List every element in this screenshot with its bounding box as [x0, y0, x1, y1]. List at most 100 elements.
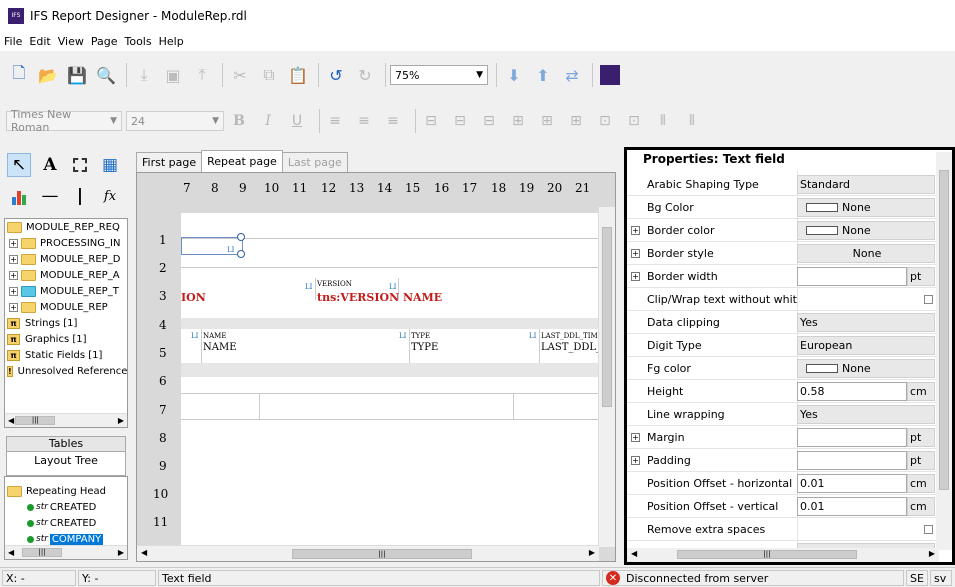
unit-select[interactable]: pt	[907, 266, 935, 286]
color-picker[interactable]: None	[797, 220, 935, 240]
property-value-cell[interactable]: Yes	[797, 312, 937, 333]
property-value-cell[interactable]: None	[797, 358, 937, 379]
scroll-thumb[interactable]	[939, 170, 949, 490]
align-objects-right-icon[interactable]: ⊟	[478, 110, 500, 132]
tree-node[interactable]: + MODULE_REP_T	[5, 283, 127, 299]
property-value-cell[interactable]: 0.58 cm	[797, 381, 937, 402]
redo-icon[interactable]: ↻	[352, 62, 378, 88]
expand-icon[interactable]: +	[9, 286, 18, 296]
type-column-label[interactable]: TYPE	[411, 332, 430, 340]
tree-node[interactable]: + MODULE_REP_A	[5, 267, 127, 283]
tree-node[interactable]: ! Unresolved References	[5, 363, 127, 379]
color-picker[interactable]: None	[797, 197, 935, 217]
unit-select[interactable]: cm	[907, 381, 935, 401]
property-row[interactable]: Position Offset - horizontal 0.01 cm	[627, 472, 939, 495]
align-right-icon[interactable]: ≡	[382, 110, 404, 132]
align-center-icon[interactable]: ≡	[353, 110, 375, 132]
expand-icon[interactable]: +	[9, 270, 18, 280]
scroll-thumb[interactable]: |||	[292, 549, 472, 559]
menu-tools[interactable]: Tools	[124, 35, 151, 48]
property-row[interactable]: + Padding pt	[627, 449, 939, 472]
property-row[interactable]: Clip/Wrap text without white ...	[627, 288, 939, 311]
ion-text[interactable]: ION	[181, 291, 206, 304]
expand-icon[interactable]: +	[631, 432, 640, 442]
paste-icon[interactable]: 📋	[285, 62, 311, 88]
line-tool-icon[interactable]: —	[38, 184, 62, 208]
preview-icon[interactable]: 🔍	[93, 62, 119, 88]
tab-layout-tree[interactable]: Layout Tree	[6, 452, 126, 476]
scroll-left-icon[interactable]: ◀	[631, 549, 637, 558]
expand-icon[interactable]: +	[9, 254, 18, 264]
layout-tree-horizontal-scrollbar[interactable]: ◀ ||| ▶	[5, 545, 127, 559]
property-row[interactable]: + Border color None	[627, 219, 939, 242]
menu-view[interactable]: View	[58, 35, 84, 48]
resize-handle[interactable]	[237, 250, 245, 258]
copy-icon[interactable]: ⧉	[256, 62, 282, 88]
property-input[interactable]	[797, 266, 907, 286]
property-row[interactable]: + Border style None	[627, 242, 939, 265]
save-icon[interactable]: 💾	[64, 62, 90, 88]
tree-node[interactable]: + MODULE_REP	[5, 299, 127, 315]
property-value-cell[interactable]: pt	[797, 427, 937, 448]
property-value-cell[interactable]: Standard	[797, 174, 937, 195]
distribute-horizontal-icon[interactable]: ⫴	[652, 110, 674, 132]
menu-help[interactable]: Help	[159, 35, 184, 48]
scroll-thumb[interactable]: |||	[22, 548, 63, 557]
property-row[interactable]: Line wrapping Yes	[627, 403, 939, 426]
field-marker[interactable]: LI	[227, 246, 234, 254]
undo-icon[interactable]: ↺	[323, 62, 349, 88]
property-row[interactable]: Data clipping Yes	[627, 311, 939, 334]
import-icon[interactable]: ⤓	[131, 62, 157, 88]
menu-page[interactable]: Page	[91, 35, 118, 48]
expand-icon[interactable]: +	[631, 248, 640, 258]
expand-icon[interactable]: +	[631, 225, 640, 235]
name-text[interactable]: NAME	[403, 291, 442, 304]
scroll-right-icon[interactable]: ▶	[929, 549, 935, 558]
color-picker[interactable]: None	[797, 358, 935, 378]
scroll-thumb[interactable]: |||	[677, 550, 857, 559]
tab-last-page[interactable]: Last page	[281, 152, 348, 172]
move-down-icon[interactable]: ⬇	[501, 62, 527, 88]
rectangle-tool-icon[interactable]	[68, 153, 92, 177]
align-objects-middle-icon[interactable]: ⊞	[536, 110, 558, 132]
scroll-right-icon[interactable]: ▶	[118, 416, 124, 425]
tree-node[interactable]: str CREATED	[5, 515, 127, 531]
tab-first-page[interactable]: First page	[136, 152, 203, 172]
italic-button[interactable]: I	[257, 110, 279, 132]
properties-vertical-scrollbar[interactable]	[936, 152, 952, 550]
open-folder-icon[interactable]: 📂	[35, 62, 61, 88]
last-ddl-column-label[interactable]: LAST_DDL_TIM	[541, 332, 598, 340]
scroll-left-icon[interactable]: ◀	[141, 548, 147, 557]
property-checkbox[interactable]	[924, 294, 933, 304]
tree-node[interactable]: + MODULE_REP_D	[5, 251, 127, 267]
cut-icon[interactable]: ✂	[227, 62, 253, 88]
text-tool-icon[interactable]: A	[38, 153, 62, 177]
property-select[interactable]: Yes	[797, 312, 935, 332]
property-row[interactable]: Fg color None	[627, 357, 939, 380]
expand-icon[interactable]: +	[9, 302, 18, 312]
scroll-right-icon[interactable]: ▶	[118, 548, 124, 557]
unit-select[interactable]: pt	[907, 427, 935, 447]
property-input[interactable]	[797, 450, 907, 470]
scroll-left-icon[interactable]: ◀	[8, 548, 14, 557]
properties-horizontal-scrollbar[interactable]: ◀ ||| ▶	[627, 548, 939, 562]
property-row[interactable]: Height 0.58 cm	[627, 380, 939, 403]
property-input[interactable]: 0.58	[797, 381, 907, 401]
canvas-horizontal-scrollbar[interactable]: ◀ ||| ▶	[137, 545, 599, 561]
field-marker[interactable]: LI	[399, 332, 406, 340]
property-row[interactable]: + Border width pt	[627, 265, 939, 288]
align-objects-bottom-icon[interactable]: ⊞	[565, 110, 587, 132]
property-row[interactable]: + Margin pt	[627, 426, 939, 449]
tree-node[interactable]: π Graphics [1]	[5, 331, 127, 347]
ifs-logo-icon[interactable]	[597, 62, 623, 88]
tree-node[interactable]: Repeating Head	[5, 483, 127, 499]
type-column-value[interactable]: TYPE	[411, 342, 438, 353]
property-value-cell[interactable]: 0.01 cm	[797, 496, 937, 517]
align-left-icon[interactable]: ≡	[324, 110, 346, 132]
resize-handle[interactable]	[237, 233, 245, 241]
same-height-icon[interactable]: ⊡	[623, 110, 645, 132]
property-input[interactable]: 0.01	[797, 496, 907, 516]
property-value-cell[interactable]: pt	[797, 266, 937, 287]
property-row[interactable]: Remove extra spaces	[627, 518, 939, 541]
bold-button[interactable]: B	[228, 110, 250, 132]
